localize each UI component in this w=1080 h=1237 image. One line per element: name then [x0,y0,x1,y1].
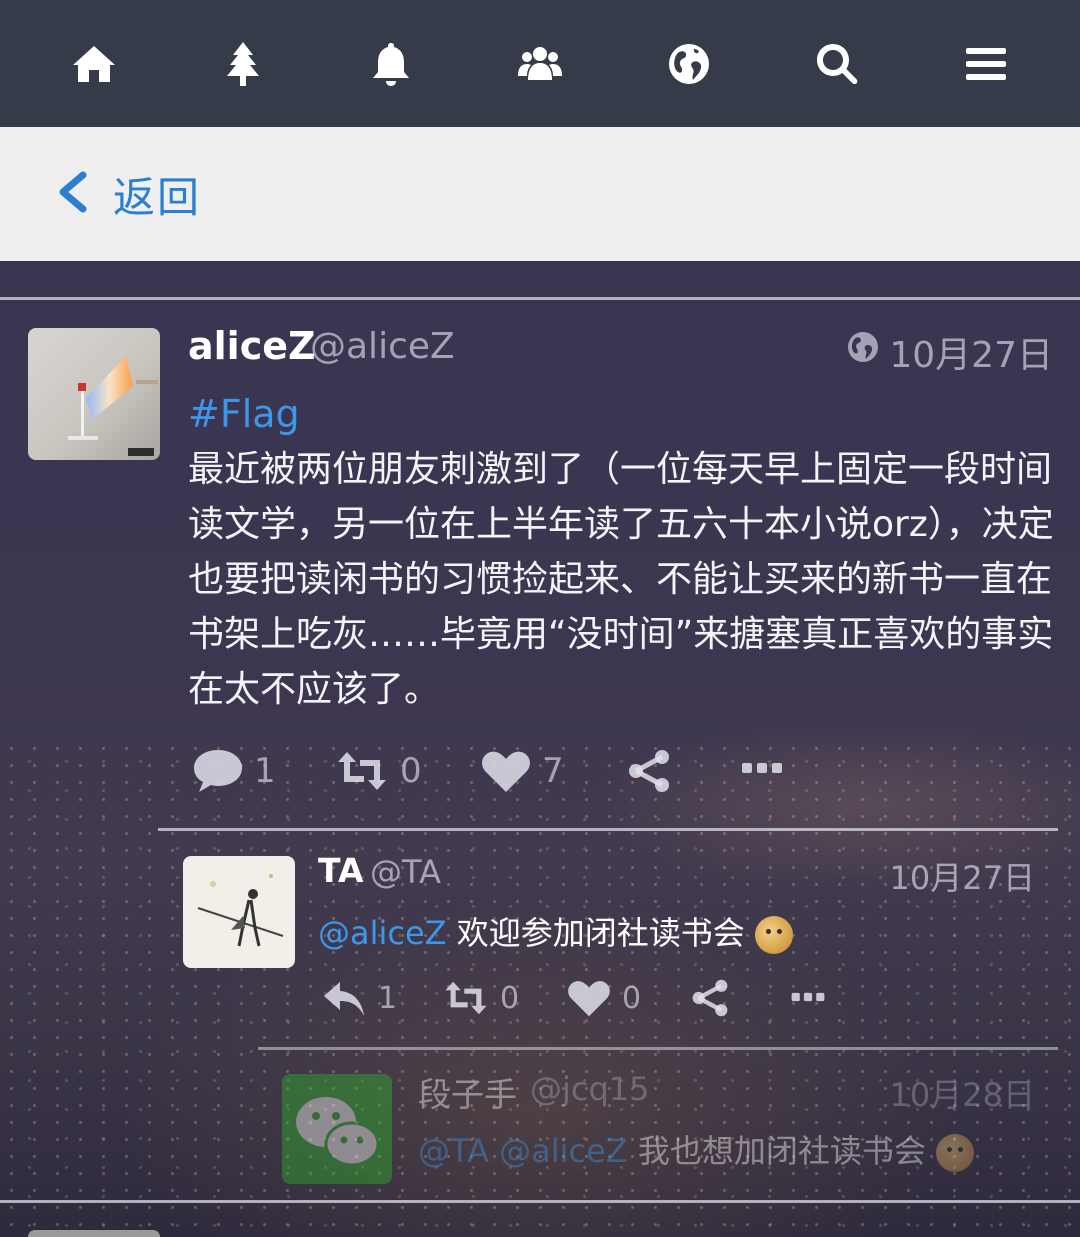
next-post-avatar [28,1230,160,1237]
like-count: 7 [542,751,564,791]
share-icon [692,979,728,1017]
comment-icon [194,750,242,792]
post-author-handle[interactable]: @aliceZ [310,326,455,367]
reply-author-handle[interactable]: @TA [370,853,441,891]
more-icon [791,992,825,1002]
hashtag-link[interactable]: #Flag [188,392,300,436]
avatar[interactable] [183,856,295,968]
nav-public[interactable] [659,34,719,94]
search-icon [817,43,858,84]
repost-icon [445,981,487,1015]
tree-icon [226,41,259,86]
globe-icon [845,329,881,365]
post-author-name[interactable]: aliceZ [188,324,316,368]
post-body: 最近被两位朋友刺激到了（一位每天早上固定一段时间读文学，另一位在上半年读了五六十… [188,449,1054,710]
nav-groups[interactable] [510,34,570,94]
back-label: 返回 [113,172,202,222]
heart-icon [482,751,530,792]
more-icon [742,763,782,773]
share-button[interactable] [690,978,730,1018]
repost-count: 0 [400,751,422,791]
reply-count: 1 [254,751,276,791]
reply-body-text: 我也想加闭社读书会 [637,1132,926,1170]
reply-date[interactable]: 10月27日 [870,853,1035,899]
nav-notifications[interactable] [361,34,421,94]
like-button[interactable]: 7 [480,748,564,794]
nav-search[interactable] [807,34,867,94]
nav-home[interactable] [64,34,124,94]
doge-emoji-icon [754,916,793,954]
mention-link[interactable]: @aliceZ [499,1132,628,1170]
post-date[interactable]: 10月27日 [888,326,1053,378]
nav-menu[interactable] [956,34,1016,94]
back-button[interactable]: 返回 [0,127,1080,261]
repost-button[interactable]: 0 [442,978,519,1018]
reply-date[interactable]: 10月28日 [870,1070,1035,1116]
reply-body: @aliceZ 欢迎参加闭社读书会 [318,908,793,954]
heart-icon [568,981,610,1017]
reply-body: @TA @aliceZ 我也想加闭社读书会 [418,1126,974,1172]
more-button[interactable] [790,990,826,1004]
globe-icon [668,43,709,84]
menu-icon [965,47,1006,80]
reply-body-text: 欢迎参加闭社读书会 [456,914,745,952]
reply-button[interactable]: 1 [192,748,276,794]
like-count: 0 [622,980,642,1016]
share-icon [629,750,669,792]
bell-icon [373,42,410,86]
mention-link[interactable]: @TA [418,1132,489,1170]
reply-arrow-icon [324,982,364,1016]
share-button[interactable] [626,748,672,794]
nav-tree[interactable] [213,34,273,94]
divider [0,297,1080,300]
chevron-left-icon [55,170,91,218]
like-button[interactable]: 0 [566,978,641,1018]
repost-icon [338,752,386,790]
repost-button[interactable]: 0 [334,748,422,794]
reply-count: 1 [378,980,398,1016]
reply-button[interactable]: 1 [322,978,397,1018]
doge-emoji-icon [935,1134,974,1172]
divider [0,1200,1080,1203]
divider [158,828,1058,831]
top-navigation [0,0,1080,127]
more-button[interactable] [740,760,784,776]
users-icon [517,46,562,80]
reply-author-name[interactable]: TA [318,851,364,890]
divider [258,1047,1058,1050]
avatar[interactable] [28,328,160,460]
reply-author-handle[interactable]: @jcq15 [530,1070,650,1108]
home-icon [73,45,116,82]
avatar[interactable] [282,1074,392,1184]
mention-link[interactable]: @aliceZ [318,914,447,952]
repost-count: 0 [500,980,520,1016]
reply-author-name[interactable]: 段子手 [418,1068,517,1116]
